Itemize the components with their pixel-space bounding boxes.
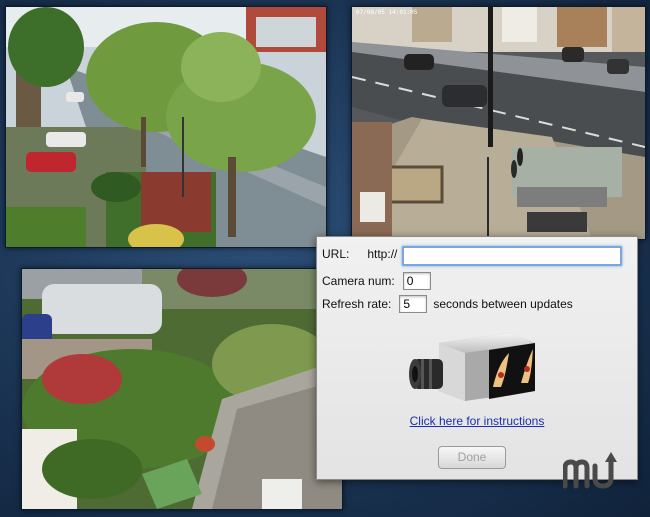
camera-num-label: Camera num:	[322, 274, 395, 288]
camera-num-input[interactable]	[402, 272, 431, 290]
camera-num-row: Camera num:	[322, 272, 431, 290]
camera-settings-dialog: URL: http:// Camera num: Refresh rate: s…	[316, 236, 638, 480]
camera-feed-1-image	[6, 7, 326, 247]
macupdate-logo-icon	[563, 452, 617, 489]
instructions-link[interactable]: Click here for instructions	[317, 414, 637, 428]
url-input[interactable]	[402, 246, 622, 266]
url-prefix: http://	[367, 247, 398, 261]
refresh-rate-row: Refresh rate: seconds between updates	[322, 295, 573, 313]
refresh-rate-suffix: seconds between updates	[433, 297, 573, 311]
camera-timestamp: 07/08/05 14:01:05	[356, 9, 418, 16]
refresh-rate-input[interactable]	[399, 295, 428, 313]
camera-feed-1[interactable]	[5, 6, 327, 248]
camera-feed-2[interactable]: 07/08/05 14:01:05	[351, 6, 646, 240]
url-row: URL: http://	[322, 247, 397, 261]
webcam-icon	[409, 333, 535, 401]
done-button[interactable]: Done	[438, 446, 506, 469]
refresh-rate-label: Refresh rate:	[322, 297, 392, 311]
camera-feed-2-image	[352, 7, 645, 239]
camera-feed-3[interactable]	[21, 268, 343, 510]
url-label: URL:	[322, 247, 350, 261]
camera-feed-3-image	[22, 269, 342, 509]
